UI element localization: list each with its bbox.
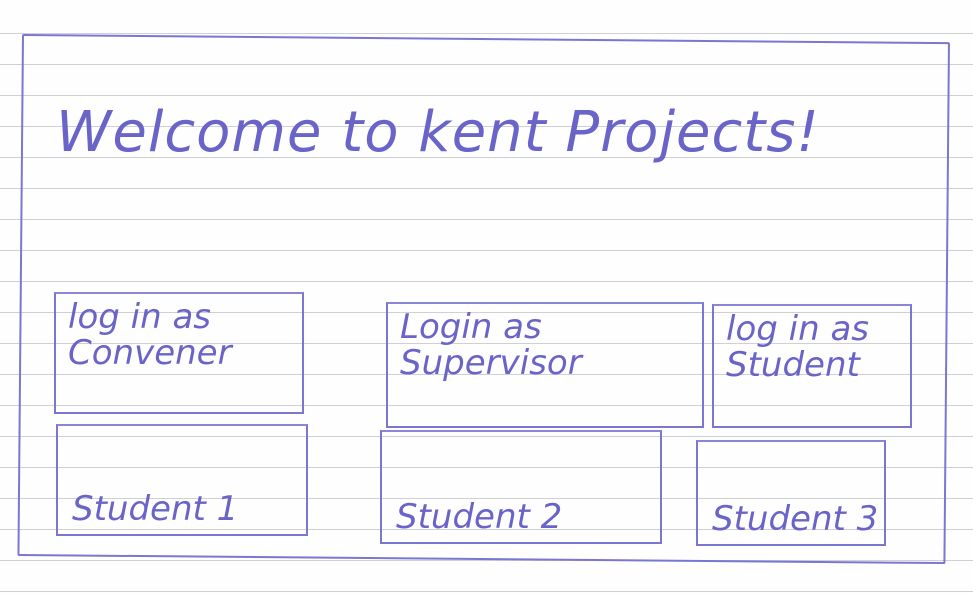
sketch-page: Welcome to kent Projects! log in as Conv… bbox=[0, 0, 973, 596]
login-supervisor-button[interactable]: Login as Supervisor bbox=[386, 302, 704, 428]
student-2-label: Student 2 bbox=[396, 497, 563, 538]
login-convener-button[interactable]: log in as Convener bbox=[54, 292, 304, 414]
student-2-button[interactable]: Student 2 bbox=[380, 430, 662, 544]
page-title: Welcome to kent Projects! bbox=[56, 100, 820, 165]
login-convener-label: log in as Convener bbox=[68, 297, 232, 373]
login-student-button[interactable]: log in as Student bbox=[712, 304, 912, 428]
student-3-label: Student 3 bbox=[712, 499, 879, 540]
student-3-button[interactable]: Student 3 bbox=[696, 440, 886, 546]
login-supervisor-label: Login as Supervisor bbox=[400, 307, 582, 383]
student-1-button[interactable]: Student 1 bbox=[56, 424, 308, 536]
student-1-label: Student 1 bbox=[72, 489, 239, 530]
login-student-label: log in as Student bbox=[726, 309, 869, 385]
